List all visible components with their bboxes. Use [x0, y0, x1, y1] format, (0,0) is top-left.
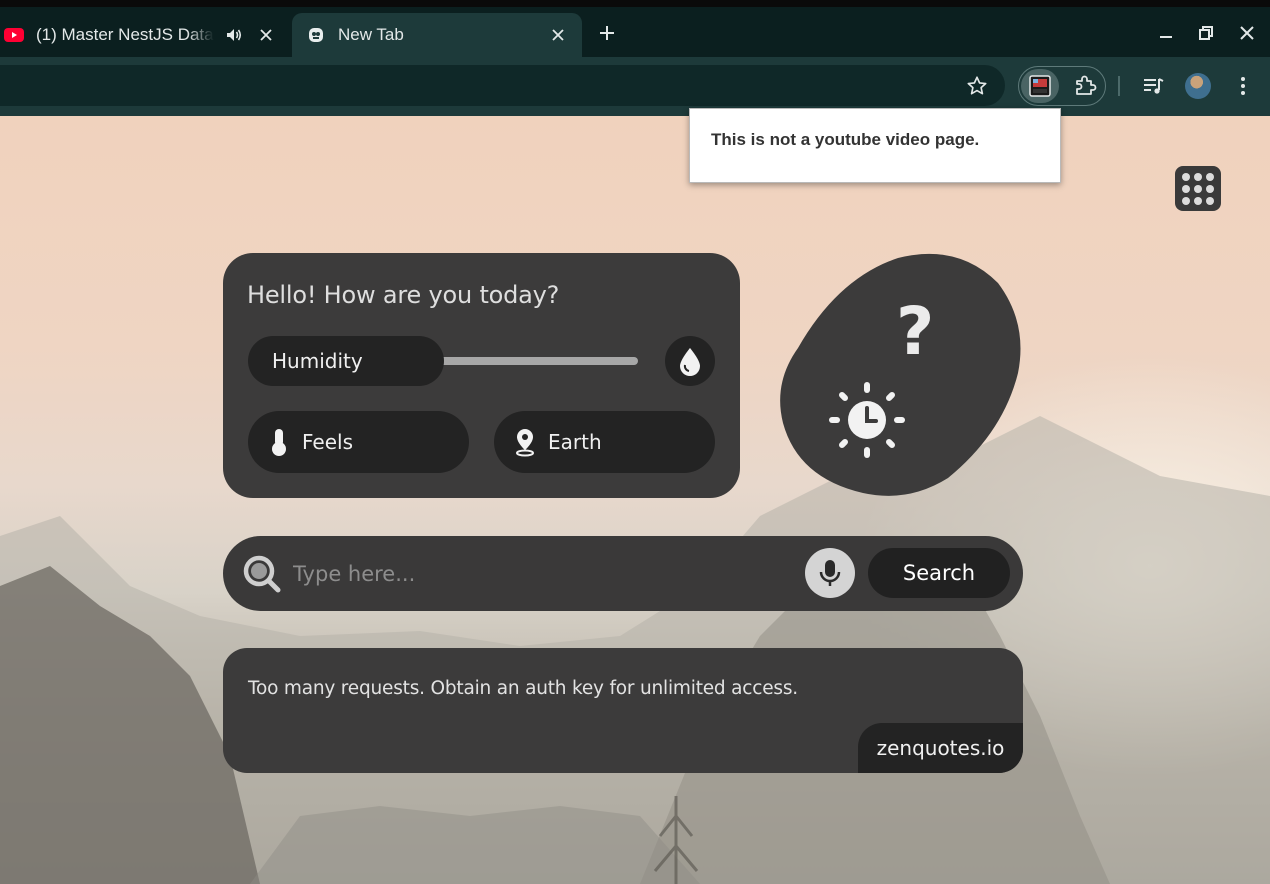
location-label: Earth	[548, 430, 602, 454]
feels-label: Feels	[302, 430, 353, 454]
apps-grid-icon[interactable]	[1175, 166, 1221, 211]
apps-dot	[1206, 172, 1214, 181]
apps-dot	[1194, 196, 1202, 205]
search-input[interactable]	[293, 556, 793, 592]
extension-favicon-icon	[306, 25, 326, 45]
plus-icon[interactable]	[594, 20, 620, 46]
water-drop-icon	[665, 336, 715, 386]
apps-dot	[1194, 184, 1202, 193]
microphone-icon	[819, 560, 841, 586]
media-queue-icon[interactable]	[1138, 71, 1168, 101]
kebab-menu-icon[interactable]	[1228, 71, 1258, 101]
greeting-text: Hello! How are you today?	[247, 281, 560, 309]
titlebar-edge	[0, 0, 1270, 7]
microphone-button[interactable]	[805, 548, 855, 598]
humidity-label: Humidity	[272, 349, 363, 373]
feels-chip: Feels	[248, 411, 469, 473]
tab-new-tab[interactable]: New Tab	[292, 13, 582, 57]
popup-message: This is not a youtube video page.	[711, 130, 980, 149]
weather-card: Hello! How are you today? Humidity Feels…	[223, 253, 740, 498]
tab-youtube[interactable]: (1) Master NestJS Data	[0, 13, 290, 57]
location-pin-icon	[516, 429, 534, 457]
search-bar: Search	[223, 536, 1023, 611]
tab-title: (1) Master NestJS Data	[36, 25, 214, 44]
apps-dot	[1206, 196, 1214, 205]
address-bar[interactable]	[0, 65, 1005, 106]
thermometer-icon	[272, 429, 286, 456]
search-button[interactable]: Search	[868, 548, 1010, 598]
humidity-pill: Humidity	[248, 336, 444, 386]
close-icon[interactable]	[1234, 20, 1260, 46]
quote-card: Too many requests. Obtain an auth key fo…	[223, 648, 1023, 773]
extension-active-icon[interactable]	[1025, 71, 1055, 101]
avatar[interactable]	[1185, 73, 1211, 99]
browser-titlebar: (1) Master NestJS Data New Tab	[0, 0, 1270, 57]
apps-dot	[1182, 196, 1190, 205]
quote-author: zenquotes.io	[858, 723, 1023, 773]
youtube-icon	[4, 25, 24, 45]
blob-shape	[780, 253, 1021, 496]
sun-clock-icon	[829, 382, 905, 458]
quote-text: Too many requests. Obtain an auth key fo…	[248, 678, 798, 699]
apps-dot	[1194, 172, 1202, 181]
apps-dot	[1206, 184, 1214, 193]
star-icon[interactable]	[962, 71, 992, 101]
apps-dot	[1182, 184, 1190, 193]
condition-symbol: ?	[896, 293, 935, 370]
quote-author-label: zenquotes.io	[876, 736, 1005, 760]
minimize-icon[interactable]	[1153, 20, 1179, 46]
toolbar-separator	[1118, 76, 1120, 96]
puzzle-icon[interactable]	[1070, 71, 1100, 101]
extension-popup: This is not a youtube video page.	[689, 108, 1061, 183]
location-chip: Earth	[494, 411, 715, 473]
restore-icon[interactable]	[1193, 20, 1219, 46]
tab-title: New Tab	[338, 25, 404, 44]
close-tab-icon[interactable]	[548, 25, 568, 45]
speaker-icon[interactable]	[224, 25, 244, 45]
weather-condition-widget: ?	[778, 253, 1024, 498]
close-tab-icon[interactable]	[256, 25, 276, 45]
browser-toolbar	[0, 57, 1270, 116]
humidity-bar	[438, 357, 638, 365]
apps-dot	[1182, 172, 1190, 181]
humidity-meter: Humidity	[248, 336, 640, 386]
search-icon	[243, 555, 281, 593]
